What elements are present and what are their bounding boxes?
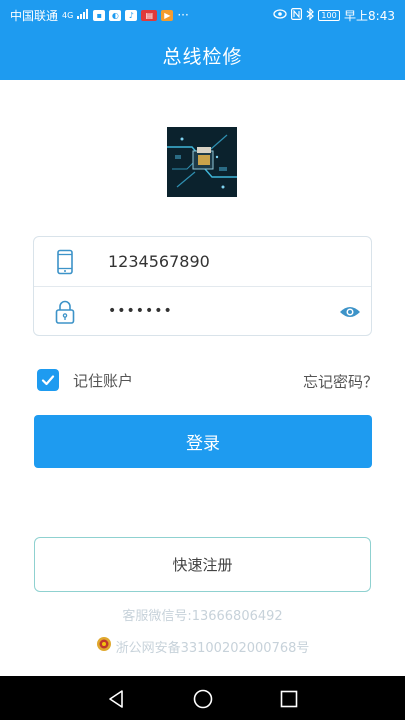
icp-record[interactable]: 浙公网安备33100202000768号 bbox=[0, 636, 405, 656]
back-icon[interactable] bbox=[105, 688, 127, 710]
password-input[interactable]: ••••••• bbox=[108, 286, 173, 336]
navigation-bar bbox=[0, 676, 405, 720]
recents-icon[interactable] bbox=[278, 688, 300, 710]
title-bar: 总线检修 bbox=[0, 30, 405, 80]
checkmark-icon bbox=[41, 375, 55, 386]
lock-icon bbox=[52, 299, 78, 325]
customer-service-wechat: 客服微信号:13666806492 bbox=[122, 609, 283, 624]
phone-field[interactable]: 1234567890 bbox=[34, 237, 371, 287]
app-logo bbox=[167, 127, 237, 197]
login-button[interactable]: 登录 bbox=[34, 415, 372, 468]
message-icon: ▪ bbox=[93, 9, 106, 21]
page-title: 总线检修 bbox=[162, 45, 243, 68]
password-field[interactable]: ••••••• bbox=[34, 287, 371, 337]
clock-label: 早上8:43 bbox=[344, 8, 395, 23]
status-right: 100 早上8:43 bbox=[273, 7, 395, 24]
news-icon: ▤ bbox=[141, 9, 158, 21]
remember-label: 记住账户 bbox=[73, 371, 134, 390]
icp-text: 浙公网安备33100202000768号 bbox=[115, 640, 310, 656]
network-label: 4G bbox=[62, 10, 74, 20]
eye-icon[interactable] bbox=[339, 304, 361, 320]
register-button[interactable]: 快速注册 bbox=[34, 537, 371, 592]
phone-input[interactable]: 1234567890 bbox=[108, 237, 210, 287]
tiktok-icon: ♪ bbox=[125, 9, 138, 21]
more-notifications: ··· bbox=[177, 8, 189, 22]
phone-icon bbox=[52, 249, 78, 275]
carrier-label: 中国联通 bbox=[10, 8, 59, 23]
remember-checkbox[interactable] bbox=[37, 369, 59, 391]
status-bar: 中国联通 4G ▪ ◐ ♪ ▤ ▶ ··· 100 早上8:43 bbox=[0, 0, 405, 30]
home-icon[interactable] bbox=[192, 688, 214, 710]
play-icon: ▶ bbox=[161, 9, 174, 21]
police-badge-icon bbox=[96, 636, 112, 656]
eye-comfort-icon bbox=[273, 8, 287, 22]
remember-account[interactable]: 记住账户 bbox=[37, 369, 133, 391]
nfc-icon bbox=[291, 7, 303, 23]
battery-icon: 100 bbox=[318, 9, 341, 21]
app-icon: ◐ bbox=[109, 9, 122, 21]
signal-icon bbox=[77, 8, 89, 22]
bluetooth-icon bbox=[306, 7, 314, 23]
login-form: 1234567890 ••••••• bbox=[33, 236, 372, 336]
status-left: 中国联通 4G ▪ ◐ ♪ ▤ ▶ ··· bbox=[10, 7, 189, 24]
forgot-password-link[interactable]: 忘记密码？ bbox=[303, 371, 378, 392]
